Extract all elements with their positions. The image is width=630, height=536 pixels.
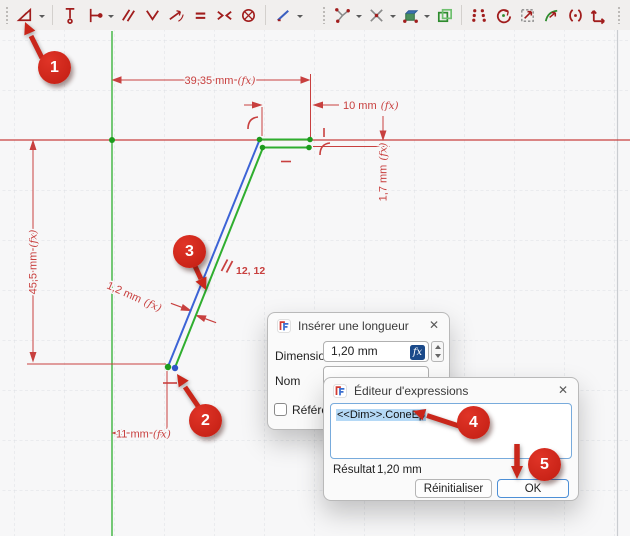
move-icon[interactable] [588, 3, 610, 27]
dialog-title: Insérer une longueur [298, 319, 409, 333]
external-geometry-icon[interactable] [399, 3, 421, 27]
offset-icon[interactable] [540, 3, 562, 27]
reference-checkbox[interactable] [274, 403, 287, 416]
dropdown-caret[interactable] [390, 15, 396, 21]
dialog-title-bar[interactable]: Éditeur d'expressions [333, 384, 468, 398]
freecad-icon [333, 384, 347, 398]
dialog-title: Éditeur d'expressions [354, 384, 468, 398]
callout-4: 4 [457, 406, 490, 439]
callout-number: 2 [201, 412, 210, 430]
copy-icon[interactable] [468, 3, 490, 27]
callout-1: 1 [38, 51, 71, 84]
dropdown-caret[interactable] [424, 15, 430, 21]
distance-vertical-icon[interactable] [59, 3, 81, 27]
sketcher-toolbar [0, 0, 630, 30]
dim-offset-top[interactable]: 10 mm(fx) [343, 100, 399, 112]
symmetry-icon[interactable] [564, 3, 586, 27]
dropdown-caret[interactable] [108, 15, 114, 21]
parallel-constraint-label[interactable]: 12, 12 [236, 265, 265, 277]
freecad-icon [277, 319, 291, 333]
origin-point[interactable] [109, 137, 115, 143]
dropdown-caret[interactable] [356, 15, 362, 21]
dim-width-top[interactable]: 39,35 mm(fx) [185, 75, 256, 87]
coincident-constraint-icon[interactable] [331, 3, 353, 27]
expression-fx-button[interactable]: fx [410, 345, 425, 360]
distance-horizontal-icon[interactable] [83, 3, 105, 27]
toolbar-handle[interactable] [617, 6, 622, 24]
separator [265, 5, 266, 25]
ok-button[interactable]: OK [497, 479, 569, 498]
parallel-constraint-icon[interactable] [117, 3, 139, 27]
toolbar-handle[interactable] [322, 6, 327, 24]
rotate-icon[interactable] [492, 3, 514, 27]
dimension-input[interactable]: 1,20 mm fx [323, 341, 429, 362]
callout-number: 3 [185, 243, 194, 261]
callout-3: 3 [173, 235, 206, 268]
close-icon[interactable]: ✕ [558, 383, 568, 397]
separator [461, 5, 462, 25]
rendering-order-icon[interactable] [626, 3, 630, 27]
dropdown-caret[interactable] [39, 15, 45, 21]
symmetric-constraint-icon[interactable] [213, 3, 235, 27]
callout-2: 2 [189, 404, 222, 437]
split-edge-icon[interactable] [365, 3, 387, 27]
tangent-constraint-icon[interactable] [165, 3, 187, 27]
dropdown-caret[interactable] [297, 15, 303, 21]
dimension-spinner[interactable] [431, 341, 444, 362]
dimension-value: 1,20 mm [331, 344, 378, 358]
reset-button[interactable]: Réinitialiser [415, 479, 492, 498]
toolbar-handle[interactable] [5, 6, 10, 24]
scale-icon[interactable] [516, 3, 538, 27]
angle-constraint-icon[interactable] [141, 3, 163, 27]
block-constraint-icon[interactable] [237, 3, 259, 27]
callout-number: 4 [469, 414, 478, 432]
dialog-title-bar[interactable]: Insérer une longueur [277, 319, 409, 333]
selected-point[interactable] [172, 365, 178, 371]
expression-text-selected: <<Dim>>.ConeEp [336, 409, 426, 421]
result-label: Résultat [333, 464, 375, 476]
spinner-down-icon[interactable] [432, 352, 443, 362]
construction-mode-icon[interactable] [433, 3, 455, 27]
separator [52, 5, 53, 25]
callout-number: 1 [50, 59, 59, 77]
result-value: 1,20 mm [377, 464, 422, 476]
dim-offset-bottom[interactable]: 11 mm(fx) [116, 429, 171, 441]
name-label: Nom [275, 374, 300, 388]
snap-icon[interactable] [272, 3, 294, 27]
close-icon[interactable]: ✕ [429, 318, 439, 332]
callout-5: 5 [528, 448, 561, 481]
dimension-icon[interactable] [14, 3, 36, 27]
callout-number: 5 [540, 456, 549, 474]
dim-height-left[interactable]: 45,5 mm(fx) [28, 230, 40, 295]
equal-constraint-icon[interactable] [189, 3, 211, 27]
freecad-sketcher-view: 39,35 mm(fx) 10 mm(fx) 1,7 mm(fx) 45,5 m… [0, 0, 630, 536]
dialog-expression-editor: Éditeur d'expressions ✕ <<Dim>>.ConeEp R… [323, 377, 579, 501]
spinner-up-icon[interactable] [432, 342, 443, 352]
dim-thickness-top[interactable]: 1,7 mm(fx) [378, 143, 390, 202]
